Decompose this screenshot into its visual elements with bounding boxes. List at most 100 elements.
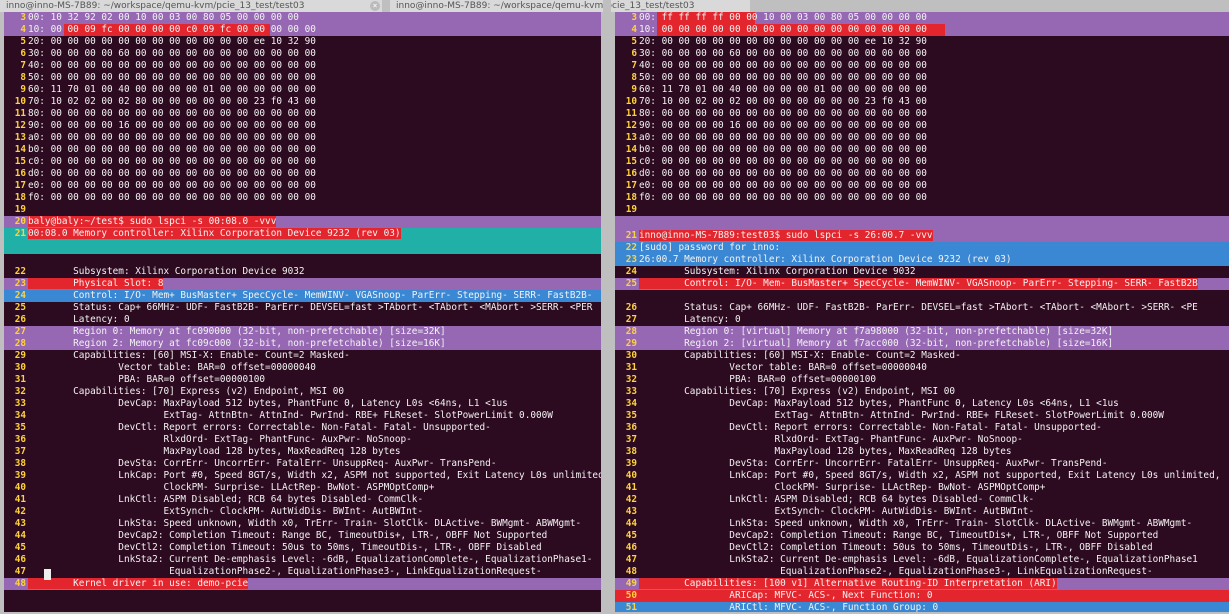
hex-line: 13 a0: 00 00 00 00 00 00 00 00 00 00 00 0… [14,132,316,143]
detail-line: 39 DevSta: CorrErr- UncorrErr- FatalErr-… [625,458,1108,469]
hex-line: 4 10: 00 00 09 fc 00 00 00 00 c0 09 fc 00… [4,24,601,36]
detail-line: 28 Region 2: Memory at fc09c000 (32-bit,… [4,338,601,350]
detail-line: 45 DevCtl2: Completion Timeout: 50us to … [14,542,542,553]
detail-line: 41 LnkCtl: ASPM Disabled; RCB 64 bytes D… [14,494,424,505]
detail-line: 44 LnkSta: Speed unknown, Width x0, TrEr… [625,518,1193,529]
right-terminal[interactable]: 3 00: ff ff ff ff 00 00 10 00 03 00 80 05… [615,12,1229,612]
detail-line: 33 DevCap: MaxPayload 512 bytes, PhantFu… [14,398,508,409]
hex-line: 9 60: 11 70 01 00 40 00 00 00 00 01 00 00… [631,84,927,95]
ari-capability-line: 49 Capabilities: [100 v1] Alternative Ro… [615,578,1229,590]
detail-line: 39 LnkCap: Port #0, Speed 8GT/s, Width x… [14,470,601,481]
hex-line: 17 e0: 00 00 00 00 00 00 00 00 00 00 00 0… [14,180,316,191]
kernel-driver-line: 48 Kernel driver in use: demo-pcie [4,578,601,590]
hex-line: 15 c0: 00 00 00 00 00 00 00 00 00 00 00 0… [14,156,316,167]
right-window-title: inno@inno-MS-7B89: ~/workspace/qemu-kvm/… [396,1,695,11]
detail-line: 23 Physical Slot: 8 [4,278,601,290]
detail-line: 38 MaxPayload 128 bytes, MaxReadReq 128 … [625,446,1012,457]
teal-gap [4,240,601,254]
detail-line: 25 Control: I/O- Mem- BusMaster+ SpecCyc… [615,278,1229,290]
detail-line: 33 Capabilities: [70] Express (v2) Endpo… [625,386,956,397]
hex-line: 13 a0: 00 00 00 00 00 00 00 00 00 00 00 0… [625,132,927,143]
blank-line: 19 [14,204,26,215]
hex-line: 16 d0: 00 00 00 00 00 00 00 00 00 00 00 0… [14,168,316,179]
ari-ctl-line: 51 ARICtl: MFVC- ACS-, Function Group: 0 [615,602,1229,612]
detail-line: 44 DevCap2: Completion Timeout: Range BC… [14,530,548,541]
hex-line: 9 60: 11 70 01 00 40 00 00 00 00 01 00 00… [20,84,316,95]
detail-line: 27 Region 0: Memory at fc090000 (32-bit,… [4,326,601,338]
hex-line: 10 70: 10 00 02 00 02 00 00 00 00 00 00 0… [625,96,927,107]
close-icon[interactable]: × [370,1,380,11]
device-line: 23 26:00.7 Memory controller: Xilinx Corp… [615,254,1229,266]
detail-line: 34 ExtTag- AttnBtn- AttnInd- PwrInd- RBE… [14,410,553,421]
detail-line: 25 Status: Cap+ 66MHz- UDF- FastB2B- Par… [14,302,593,313]
detail-line: 46 LnkSta2: Current De-emphasis Level: -… [14,554,593,565]
detail-line: 47 EqualizationPhase2-, EqualizationPhas… [14,566,542,577]
hex-line: 12 90: 00 00 00 00 16 00 00 00 00 00 00 0… [625,120,927,131]
hex-line: 3 00: 10 32 92 02 00 10 00 03 00 80 05 00… [4,12,601,24]
detail-line: 29 Capabilities: [60] MSI-X: Enable- Cou… [14,350,350,361]
detail-line: 36 DevCtl: Report errors: Correctable- N… [625,422,1102,433]
hex-line: 18 f0: 00 00 00 00 00 00 00 00 00 00 00 0… [14,192,316,203]
hex-line: 12 90: 00 00 00 00 16 00 00 00 00 00 00 0… [14,120,316,131]
detail-line: 37 RlxdOrd- ExtTag- PhantFunc- AuxPwr- N… [625,434,1023,445]
hex-line: 14 b0: 00 00 00 00 00 00 00 00 00 00 00 0… [14,144,316,155]
detail-line: 40 LnkCap: Port #0, Speed 8GT/s, Width x… [625,470,1221,481]
detail-line: 34 DevCap: MaxPayload 512 bytes, PhantFu… [625,398,1119,409]
device-line: 21 00:08.0 Memory controller: Xilinx Corp… [4,228,601,240]
hex-line: 7 40: 00 00 00 00 00 00 00 00 00 00 00 00… [20,60,316,71]
detail-line: 35 DevCtl: Report errors: Correctable- N… [14,422,491,433]
hex-line: 16 d0: 00 00 00 00 00 00 00 00 00 00 00 0… [625,168,927,179]
detail-line: 26 Latency: 0 [14,314,130,325]
detail-line: 37 MaxPayload 128 bytes, MaxReadReq 128 … [14,446,401,457]
command-line: 20 baly@baly:~/test$ sudo lspci -s 00:08.… [4,216,601,228]
detail-line: 41 ClockPM- Surprise- LLActRep- BwNot- A… [625,482,1046,493]
detail-line: 46 DevCtl2: Completion Timeout: 50us to … [625,542,1153,553]
detail-line: 43 LnkSta: Speed unknown, Width x0, TrEr… [14,518,582,529]
detail-line: 22 Subsystem: Xilinx Corporation Device … [14,266,305,277]
detail-line: 24 Subsystem: Xilinx Corporation Device … [625,266,916,277]
detail-line: 42 ExtSynch- ClockPM- AutWidDis- BWInt- … [14,506,424,517]
hex-line: 7 40: 00 00 00 00 00 00 00 00 00 00 00 00… [631,60,927,71]
hex-line: 14 b0: 00 00 00 00 00 00 00 00 00 00 00 0… [625,144,927,155]
detail-line: 47 LnkSta2: Current De-emphasis Level: -… [625,554,1198,565]
detail-line: 32 PBA: BAR=0 offset=00000100 [625,374,877,385]
hex-line: 5 20: 00 00 00 00 00 00 00 00 00 00 00 00… [631,36,927,47]
hex-line: 10 70: 10 02 02 00 02 80 00 00 00 00 00 0… [14,96,316,107]
detail-line: 28 Region 0: [virtual] Memory at f7a9800… [615,326,1229,338]
detail-line: 30 Vector table: BAR=0 offset=00000040 [14,362,316,373]
detail-line: 32 Capabilities: [70] Express (v2) Endpo… [14,386,345,397]
detail-line: 48 EqualizationPhase2-, EqualizationPhas… [625,566,1153,577]
terminal-cursor [44,569,51,580]
detail-line: 31 Vector table: BAR=0 offset=00000040 [625,362,927,373]
hex-line: 17 e0: 00 00 00 00 00 00 00 00 00 00 00 0… [625,180,927,191]
left-terminal[interactable]: 3 00: 10 32 92 02 00 10 00 03 00 80 05 00… [4,12,601,612]
hex-line: 11 80: 00 00 00 00 00 00 00 00 00 00 00 0… [14,108,316,119]
detail-line: 27 Latency: 0 [625,314,741,325]
detail-line: 40 ClockPM- Surprise- LLActRep- BwNot- A… [14,482,435,493]
detail-line: 29 Region 2: [virtual] Memory at f7acc00… [615,338,1229,350]
hex-line: 6 30: 00 00 00 00 60 00 00 00 00 00 00 00… [20,48,316,59]
left-window-titlebar[interactable]: inno@inno-MS-7B89: ~/workspace/qemu-kvm/… [0,0,382,12]
hex-line: 3 00: ff ff ff ff 00 00 10 00 03 00 80 05… [615,12,1229,24]
purple-gap [615,216,1229,230]
detail-line: 36 RlxdOrd- ExtTag- PhantFunc- AuxPwr- N… [14,434,412,445]
hex-line: 8 50: 00 00 00 00 00 00 00 00 00 00 00 00… [631,72,927,83]
hex-line: 15 c0: 00 00 00 00 00 00 00 00 00 00 00 0… [625,156,927,167]
detail-line: 38 DevSta: CorrErr- UncorrErr- FatalErr-… [14,458,497,469]
ari-cap-line: 50 ARICap: MFVC- ACS-, Next Function: 0 [615,590,1229,602]
right-window-titlebar[interactable]: inno@inno-MS-7B89: ~/workspace/qemu-kvm/… [390,0,750,12]
detail-line: 35 ExtTag- AttnBtn- AttnInd- PwrInd- RBE… [625,410,1164,421]
detail-line: 26 Status: Cap+ 66MHz- UDF- FastB2B- Par… [625,302,1198,313]
detail-line: 24 Control: I/O- Mem+ BusMaster+ SpecCyc… [4,290,601,302]
blank-line: 19 [625,204,637,215]
detail-line: 42 LnkCtl: ASPM Disabled; RCB 64 bytes D… [625,494,1035,505]
detail-line: 45 DevCap2: Completion Timeout: Range BC… [625,530,1159,541]
hex-line: 11 80: 00 00 00 00 00 00 00 00 00 00 00 0… [625,108,927,119]
hex-line: 8 50: 00 00 00 00 00 00 00 00 00 00 00 00… [20,72,316,83]
hex-line: 18 f0: 00 00 00 00 00 00 00 00 00 00 00 0… [625,192,927,203]
detail-line: 30 Capabilities: [60] MSI-X: Enable- Cou… [625,350,961,361]
hex-line: 4 10: 00 00 00 00 00 00 00 00 00 00 00 00… [615,24,1229,36]
left-window-title: inno@inno-MS-7B89: ~/workspace/qemu-kvm/… [6,1,305,11]
